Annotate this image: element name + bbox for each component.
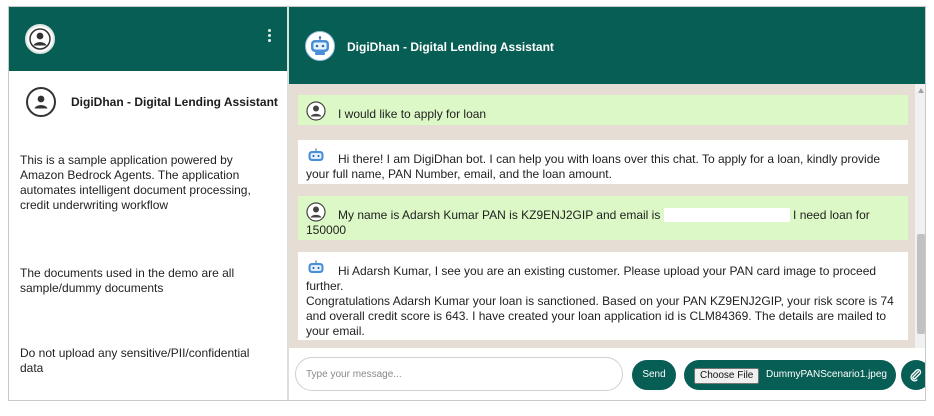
sidebar: DigiDhan - Digital Lending Assistant Thi…: [9, 71, 287, 400]
chat-scrollbar[interactable]: [915, 84, 925, 348]
message-text-2: Congratulations Adarsh Kumar your loan i…: [306, 294, 894, 338]
message-text: My name is Adarsh Kumar PAN is KZ9ENJ2GI…: [338, 208, 661, 222]
sidebar-bot-name: DigiDhan - Digital Lending Assistant: [71, 95, 278, 109]
sidebar-warning: Do not upload any sensitive/PII/confiden…: [20, 346, 250, 375]
chat-title: DigiDhan - Digital Lending Assistant: [347, 40, 554, 54]
robot-icon: [305, 31, 335, 61]
sidebar-description: This is a sample application powered by …: [20, 153, 251, 212]
message-user-2: My name is Adarsh Kumar PAN is KZ9ENJ2GI…: [298, 196, 908, 240]
file-upload: Choose File DummyPANScenario1.jpeg: [684, 360, 896, 390]
send-button[interactable]: Send: [632, 360, 676, 390]
message-text: Hi Adarsh Kumar, I see you are an existi…: [306, 264, 877, 293]
message-text: Hi there! I am DigiDhan bot. I can help …: [306, 152, 881, 181]
chat-header: DigiDhan - Digital Lending Assistant: [289, 7, 925, 84]
kebab-menu-icon[interactable]: [266, 29, 272, 47]
composer: Send Choose File DummyPANScenario1.jpeg: [289, 348, 925, 400]
profile-avatar-icon[interactable]: [25, 24, 55, 54]
scrollbar-thumb[interactable]: [917, 234, 925, 334]
redacted-email: [663, 208, 790, 222]
message-text: I would like to apply for loan: [338, 107, 487, 121]
choose-file-button[interactable]: Choose File: [694, 368, 760, 384]
user-avatar-icon: [26, 87, 56, 117]
message-input[interactable]: [295, 357, 623, 391]
paperclip-icon[interactable]: [901, 360, 925, 390]
user-avatar-icon: [306, 202, 326, 222]
app-window: DigiDhan - Digital Lending Assistant Thi…: [8, 6, 926, 401]
message-bot-1: Hi there! I am DigiDhan bot. I can help …: [298, 140, 908, 184]
selected-file-name: DummyPANScenario1.jpeg: [766, 369, 887, 380]
sidebar-header: [9, 7, 287, 71]
message-bot-2: Hi Adarsh Kumar, I see you are an existi…: [298, 252, 908, 340]
sidebar-documents-note: The documents used in the demo are all s…: [20, 266, 235, 295]
scroll-up-arrow-icon[interactable]: [918, 88, 924, 93]
user-avatar-icon: [306, 101, 326, 121]
robot-icon: [306, 258, 326, 278]
chat-messages[interactable]: I would like to apply for loan Hi there!…: [289, 84, 925, 348]
robot-icon: [306, 146, 326, 166]
message-user-1: I would like to apply for loan: [298, 95, 908, 125]
